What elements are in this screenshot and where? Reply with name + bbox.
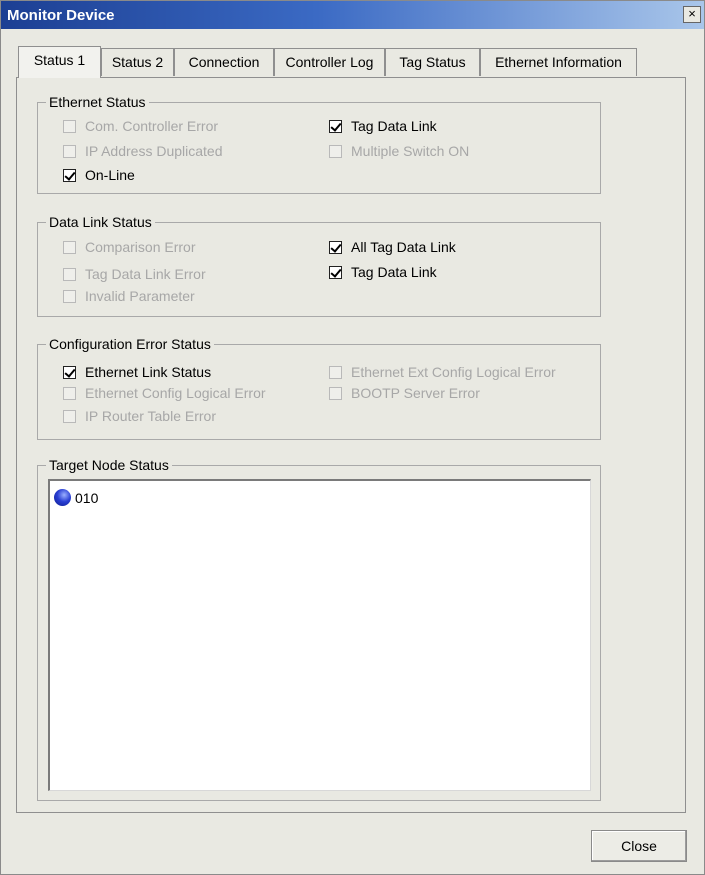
close-button[interactable]: Close xyxy=(591,830,687,862)
tag-data-link-2-checkbox[interactable]: Tag Data Link xyxy=(329,263,437,281)
target-node-status-title: Target Node Status xyxy=(46,456,172,474)
tab-status-2[interactable]: Status 2 xyxy=(101,48,174,76)
checkbox-label: All Tag Data Link xyxy=(351,239,456,255)
node-label: 010 xyxy=(75,489,99,506)
data-link-status-title: Data Link Status xyxy=(46,213,155,231)
ethernet-config-logical-error-checkbox: Ethernet Config Logical Error xyxy=(63,384,266,402)
checkbox-label: Ethernet Link Status xyxy=(85,364,212,380)
com-controller-error-checkbox: Com. Controller Error xyxy=(63,117,218,135)
checkbox-box[interactable] xyxy=(329,119,342,133)
ip-address-duplicated-checkbox: IP Address Duplicated xyxy=(63,142,223,160)
comparison-error-checkbox: Comparison Error xyxy=(63,238,195,256)
ip-router-table-error-checkbox: IP Router Table Error xyxy=(63,407,216,425)
checkbox-box[interactable] xyxy=(63,365,76,379)
checkbox-box[interactable] xyxy=(63,168,76,182)
tab-status-1[interactable]: Status 1 xyxy=(18,46,101,78)
checkbox-label: BOOTP Server Error xyxy=(351,385,480,401)
checkbox-box xyxy=(63,386,76,400)
node-status-icon xyxy=(54,489,71,506)
title-bar: Monitor Device × xyxy=(1,1,704,29)
checkbox-label: Multiple Switch ON xyxy=(351,143,470,159)
checkbox-label: Ethernet Ext Config Logical Error xyxy=(351,364,556,380)
ethernet-status-title: Ethernet Status xyxy=(46,93,149,111)
checkbox-label: Tag Data Link xyxy=(351,264,437,280)
checkbox-box xyxy=(63,409,76,423)
tab-connection[interactable]: Connection xyxy=(174,48,274,76)
checkbox-box xyxy=(63,289,76,303)
checkbox-label: Comparison Error xyxy=(85,239,196,255)
tab-controller-log[interactable]: Controller Log xyxy=(274,48,385,76)
checkbox-label: Ethernet Config Logical Error xyxy=(85,385,266,401)
tab-tag-status[interactable]: Tag Status xyxy=(385,48,480,76)
checkbox-box xyxy=(63,267,76,281)
checkbox-box xyxy=(329,386,342,400)
checkbox-label: IP Router Table Error xyxy=(85,408,216,424)
checkbox-label: On-Line xyxy=(85,167,135,183)
configuration-error-status-title: Configuration Error Status xyxy=(46,335,214,353)
checkbox-box xyxy=(63,119,76,133)
list-item[interactable]: 010 xyxy=(54,489,98,506)
checkbox-box[interactable] xyxy=(329,265,342,279)
checkbox-label: IP Address Duplicated xyxy=(85,143,223,159)
monitor-device-window: Monitor Device × Status 1 Status 2 Conne… xyxy=(0,0,705,875)
window-title: Monitor Device xyxy=(7,7,115,24)
checkbox-label: Invalid Parameter xyxy=(85,288,195,304)
checkbox-label: Com. Controller Error xyxy=(85,118,219,134)
checkbox-label: Tag Data Link xyxy=(351,118,437,134)
target-node-list[interactable]: 010 xyxy=(48,479,591,791)
close-icon[interactable]: × xyxy=(683,6,701,23)
ethernet-ext-config-logical-error-checkbox: Ethernet Ext Config Logical Error xyxy=(329,363,556,381)
checkbox-box xyxy=(329,365,342,379)
tab-ethernet-information[interactable]: Ethernet Information xyxy=(480,48,637,76)
all-tag-data-link-checkbox[interactable]: All Tag Data Link xyxy=(329,238,456,256)
checkbox-label: Tag Data Link Error xyxy=(85,266,206,282)
bootp-server-error-checkbox: BOOTP Server Error xyxy=(329,384,480,402)
checkbox-box xyxy=(63,144,76,158)
multiple-switch-on-checkbox: Multiple Switch ON xyxy=(329,142,469,160)
checkbox-box[interactable] xyxy=(329,240,342,254)
on-line-checkbox[interactable]: On-Line xyxy=(63,166,135,184)
checkbox-box xyxy=(63,240,76,254)
checkbox-box xyxy=(329,144,342,158)
tag-data-link-checkbox[interactable]: Tag Data Link xyxy=(329,117,437,135)
tag-data-link-error-checkbox: Tag Data Link Error xyxy=(63,265,206,283)
ethernet-link-status-checkbox[interactable]: Ethernet Link Status xyxy=(63,363,211,381)
invalid-parameter-checkbox: Invalid Parameter xyxy=(63,287,195,305)
